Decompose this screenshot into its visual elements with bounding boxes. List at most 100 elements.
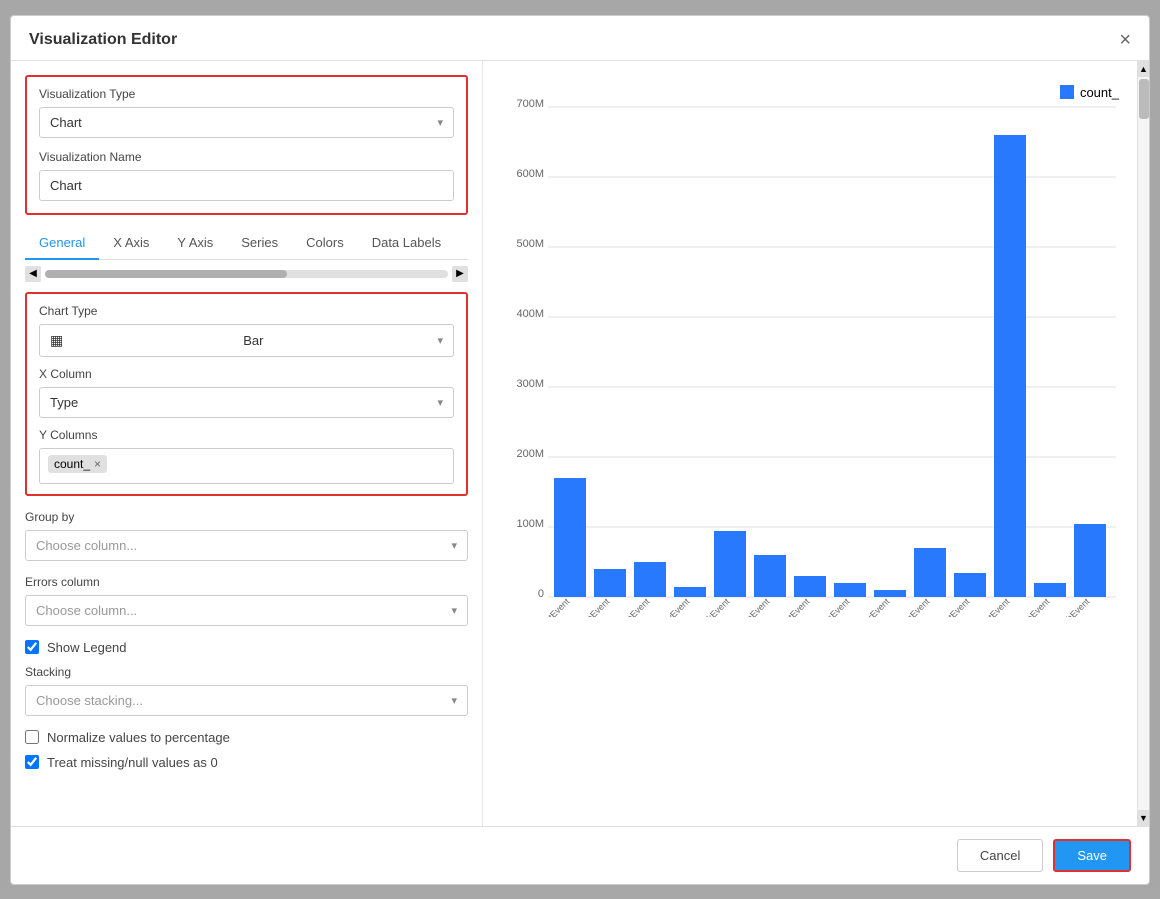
svg-text:ReleaseEvent: ReleaseEvent — [1005, 595, 1052, 616]
scroll-thumb — [45, 270, 287, 278]
bar-6 — [794, 576, 826, 597]
left-panel: Visualization Type Chart ▾ Visualization… — [11, 61, 483, 826]
y-columns-label: Y Columns — [39, 428, 454, 442]
treat-null-label: Treat missing/null values as 0 — [47, 755, 218, 770]
errors-column-select[interactable]: Choose column... ▾ — [25, 595, 468, 626]
modal-overlay: Visualization Editor × Visualization Typ… — [0, 0, 1160, 899]
group-by-label: Group by — [25, 510, 468, 524]
chart-legend: count_ — [1060, 85, 1119, 100]
show-legend-checkbox[interactable] — [25, 640, 39, 654]
svg-text:IssuesEvent: IssuesEvent — [810, 595, 852, 616]
y-column-tag: count_ × — [48, 455, 107, 473]
bar-12 — [1034, 583, 1066, 597]
viz-type-select[interactable]: Chart ▾ — [39, 107, 454, 138]
svg-text:DeleteEvent: DeleteEvent — [610, 595, 652, 616]
modal-body: Visualization Type Chart ▾ Visualization… — [11, 61, 1149, 826]
chart-type-icon: ▦ — [50, 332, 63, 349]
viz-type-label: Visualization Type — [39, 87, 454, 101]
x-column-chevron: ▾ — [437, 396, 443, 409]
right-scrollbar: ▲ ▼ — [1137, 61, 1149, 826]
stacking-placeholder: Choose stacking... — [36, 693, 143, 708]
bar-5 — [754, 555, 786, 597]
normalize-row: Normalize values to percentage — [25, 730, 468, 745]
close-button[interactable]: × — [1119, 30, 1131, 50]
chart-type-value: Bar — [243, 333, 263, 348]
errors-column-placeholder: Choose column... — [36, 603, 137, 618]
svg-text:GollumEvent: GollumEvent — [728, 595, 772, 616]
chart-container: count_ 0 100M 200M 300M 400M 500M 600M 7… — [503, 77, 1129, 810]
svg-text:MemberEvent: MemberEvent — [845, 595, 892, 616]
save-button[interactable]: Save — [1053, 839, 1131, 872]
y-column-tag-remove[interactable]: × — [94, 457, 101, 471]
scroll-down-arrow[interactable]: ▼ — [1138, 810, 1149, 826]
stacking-group: Stacking Choose stacking... ▾ — [25, 665, 468, 716]
tab-yaxis[interactable]: Y Axis — [163, 227, 227, 260]
scroll-track-v — [1138, 77, 1149, 810]
legend-label: count_ — [1080, 85, 1119, 100]
tab-datalabels[interactable]: Data Labels — [358, 227, 455, 260]
scroll-row: ◀ ▶ — [25, 266, 468, 282]
bar-11 — [994, 135, 1026, 597]
scroll-left-arrow[interactable]: ◀ — [25, 266, 41, 282]
svg-text:ForkEvent: ForkEvent — [695, 595, 731, 616]
viz-type-chevron: ▾ — [437, 116, 443, 129]
scroll-thumb-v — [1139, 79, 1149, 119]
svg-text:FollowEvent: FollowEvent — [650, 595, 692, 616]
svg-text:200M: 200M — [516, 448, 544, 460]
svg-text:400M: 400M — [516, 308, 544, 320]
group-by-chevron: ▾ — [451, 539, 457, 552]
bar-8 — [874, 590, 906, 597]
modal-footer: Cancel Save — [11, 826, 1149, 884]
scroll-right-arrow[interactable]: ▶ — [452, 266, 468, 282]
cancel-button[interactable]: Cancel — [957, 839, 1043, 872]
scroll-track — [45, 270, 448, 278]
tabs-row: General X Axis Y Axis Series Colors Data… — [25, 227, 468, 260]
stacking-label: Stacking — [25, 665, 468, 679]
viz-name-input[interactable] — [39, 170, 454, 201]
tab-series[interactable]: Series — [227, 227, 292, 260]
stacking-select[interactable]: Choose stacking... ▾ — [25, 685, 468, 716]
tab-general[interactable]: General — [25, 227, 99, 260]
bar-1 — [594, 569, 626, 597]
errors-column-chevron: ▾ — [451, 604, 457, 617]
svg-text:300M: 300M — [516, 378, 544, 390]
x-column-select[interactable]: Type ▾ — [39, 387, 454, 418]
legend-color-swatch — [1060, 85, 1074, 99]
chart-svg: 0 100M 200M 300M 400M 500M 600M 700M — [503, 77, 1129, 617]
errors-column-label: Errors column — [25, 575, 468, 589]
svg-text:WatchEvent: WatchEvent — [1050, 595, 1091, 616]
viz-type-name-section: Visualization Type Chart ▾ Visualization… — [25, 75, 468, 215]
errors-column-group: Errors column Choose column... ▾ — [25, 575, 468, 626]
x-column-label: X Column — [39, 367, 454, 381]
chart-type-label: Chart Type — [39, 304, 454, 318]
svg-text:500M: 500M — [516, 238, 544, 250]
bar-3 — [674, 587, 706, 597]
viz-name-label: Visualization Name — [39, 150, 454, 164]
svg-text:100M: 100M — [516, 518, 544, 530]
y-columns-box[interactable]: count_ × — [39, 448, 454, 484]
bar-10 — [954, 573, 986, 597]
group-by-placeholder: Choose column... — [36, 538, 137, 553]
group-by-select[interactable]: Choose column... ▾ — [25, 530, 468, 561]
normalize-checkbox[interactable] — [25, 730, 39, 744]
treat-null-checkbox[interactable] — [25, 755, 39, 769]
viz-type-value: Chart — [50, 115, 82, 130]
chart-settings-section: Chart Type ▦ Bar ▾ X Column Type ▾ — [25, 292, 468, 496]
modal-title: Visualization Editor — [29, 31, 177, 49]
svg-text:CreateEvent: CreateEvent — [569, 595, 612, 616]
svg-text:0: 0 — [538, 588, 544, 600]
stacking-chevron: ▾ — [451, 694, 457, 707]
bar-4 — [714, 531, 746, 597]
treat-null-row: Treat missing/null values as 0 — [25, 755, 468, 770]
tab-xaxis[interactable]: X Axis — [99, 227, 163, 260]
show-legend-label: Show Legend — [47, 640, 127, 655]
bar-13 — [1074, 524, 1106, 597]
scroll-up-arrow[interactable]: ▲ — [1138, 61, 1149, 77]
chart-type-select[interactable]: ▦ Bar ▾ — [39, 324, 454, 357]
bar-2 — [634, 562, 666, 597]
visualization-editor-modal: Visualization Editor × Visualization Typ… — [10, 15, 1150, 885]
tab-colors[interactable]: Colors — [292, 227, 358, 260]
modal-header: Visualization Editor × — [11, 16, 1149, 61]
bar-0 — [554, 478, 586, 597]
x-column-value: Type — [50, 395, 78, 410]
